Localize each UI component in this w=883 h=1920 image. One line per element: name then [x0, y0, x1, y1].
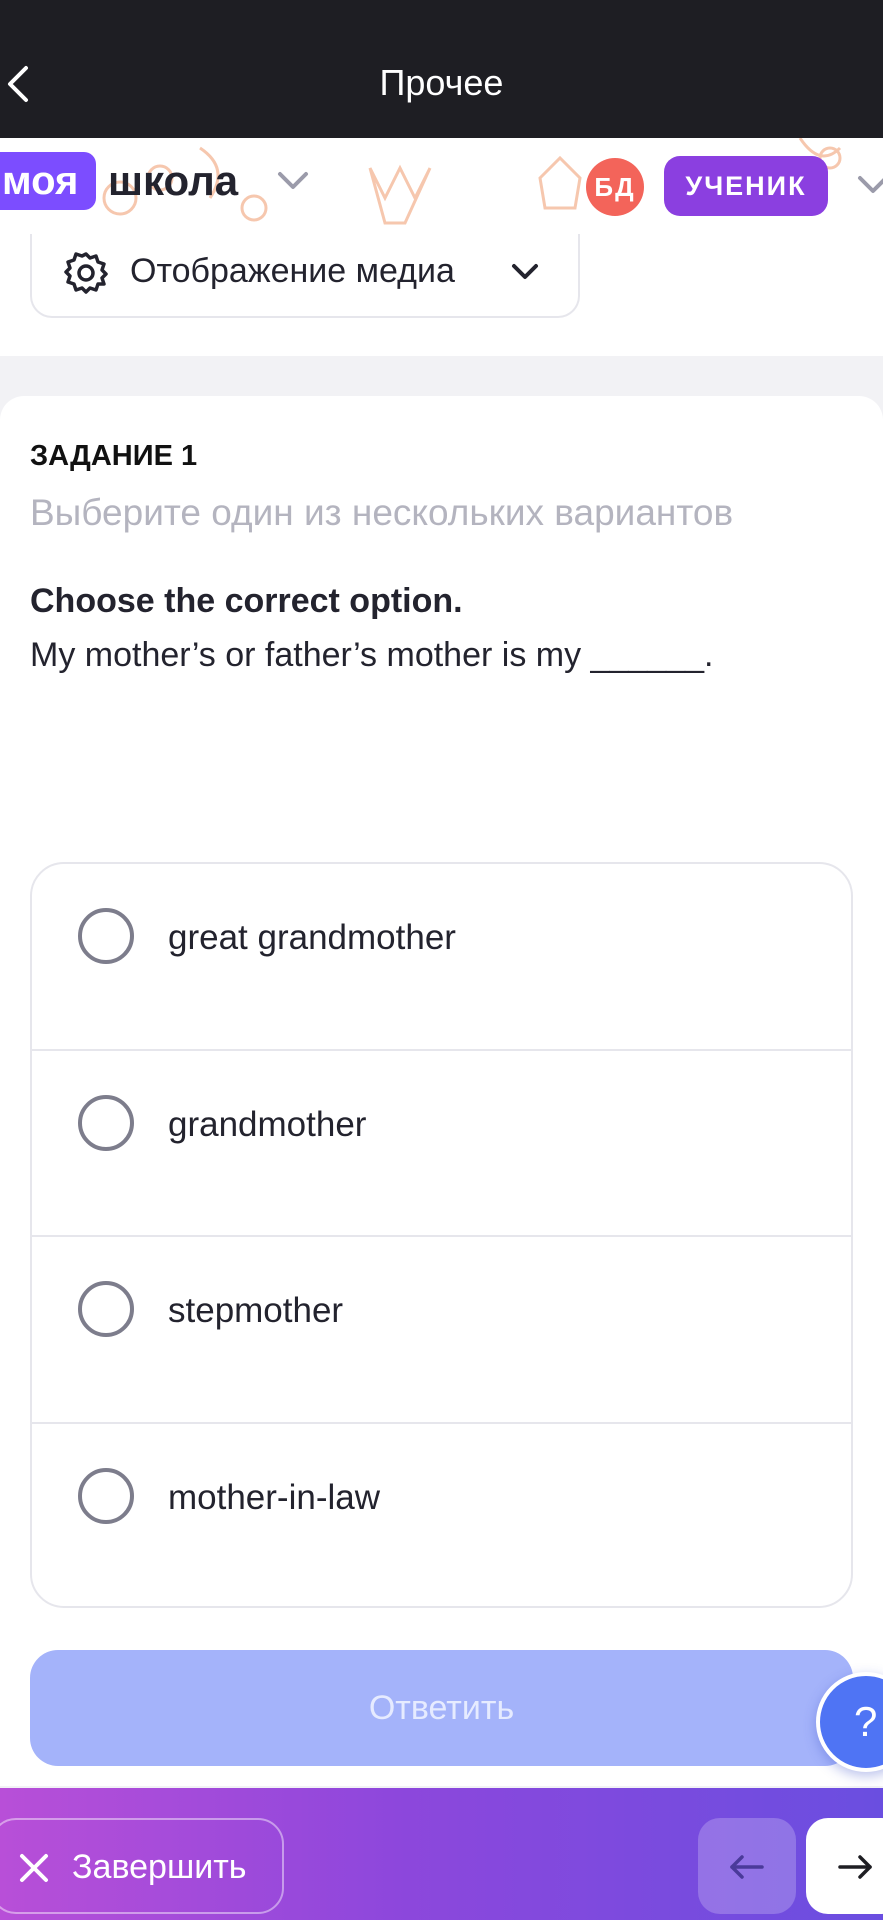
question-text: My mother’s or father’s mother is my ___…	[30, 636, 714, 674]
question-instruction: Choose the correct option.	[30, 582, 463, 620]
chevron-down-icon[interactable]	[276, 170, 310, 192]
brand-logo-text: школа	[108, 157, 239, 204]
option-label: great grandmother	[168, 918, 456, 957]
option-grandmother[interactable]: grandmother	[32, 1051, 851, 1237]
task-card: ЗАДАНИЕ 1 Выберите один из нескольких ва…	[0, 396, 883, 1786]
chevron-down-icon	[512, 264, 538, 279]
option-label: grandmother	[168, 1104, 367, 1144]
option-mother-in-law[interactable]: mother-in-law	[32, 1424, 851, 1607]
media-display-label: Отображение медиа	[130, 252, 455, 290]
top-nav-bar: Прочее	[0, 0, 883, 138]
chevron-down-icon[interactable]	[856, 174, 883, 196]
arrow-left-icon	[730, 1855, 764, 1879]
role-badge[interactable]: УЧЕНИК	[664, 156, 828, 216]
option-label: mother-in-law	[168, 1477, 380, 1517]
page-title: Прочее	[379, 62, 504, 103]
gear-icon	[64, 252, 108, 294]
task-hint: Выберите один из нескольких вариантов	[30, 492, 734, 533]
radio-button[interactable]	[78, 908, 134, 964]
finish-label: Завершить	[72, 1848, 247, 1886]
task-number: ЗАДАНИЕ 1	[30, 440, 198, 472]
radio-button[interactable]	[78, 1467, 134, 1524]
answer-button[interactable]: Ответить	[30, 1650, 853, 1766]
brand-header: моя школа БД УЧЕНИК	[0, 138, 883, 234]
brand-logo-pill: моя	[0, 152, 97, 210]
user-avatar[interactable]: БД	[586, 158, 644, 216]
media-settings-strip: Отображение медиа	[0, 234, 883, 356]
radio-button[interactable]	[78, 1094, 134, 1151]
arrow-right-icon	[838, 1855, 872, 1879]
option-label: stepmother	[168, 1291, 344, 1330]
previous-button[interactable]	[698, 1818, 796, 1914]
media-display-dropdown[interactable]: Отображение медиа	[30, 234, 580, 318]
close-icon	[20, 1854, 48, 1882]
radio-button[interactable]	[78, 1281, 134, 1337]
next-button[interactable]	[806, 1818, 883, 1914]
bottom-bar: Завершить	[0, 1788, 883, 1920]
answer-options: great grandmother grandmother stepmother…	[30, 862, 853, 1608]
option-great-grandmother[interactable]: great grandmother	[32, 864, 851, 1051]
finish-button[interactable]: Завершить	[0, 1818, 284, 1914]
option-stepmother[interactable]: stepmother	[32, 1237, 851, 1424]
